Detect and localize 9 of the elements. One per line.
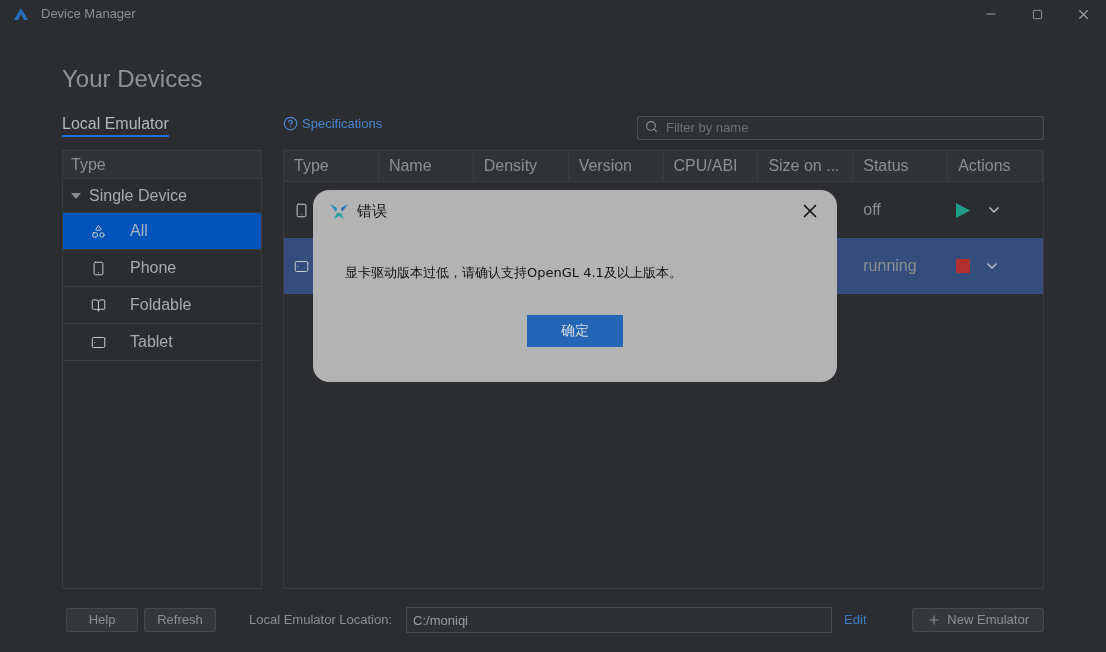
dialog-title: 错误 [357,200,387,222]
status-text: running [863,256,917,276]
tree-group-label: Single Device [89,185,187,206]
error-message: 显卡驱动版本过低，请确认支持OpenGL 4.1及以上版本。 [345,264,683,282]
status-text: off [863,200,881,220]
location-label: Local Emulator Location: [249,611,393,630]
page-heading: Your Devices [62,64,204,94]
window-title: Device Manager [41,5,136,24]
type-panel-header: Type [63,151,261,179]
